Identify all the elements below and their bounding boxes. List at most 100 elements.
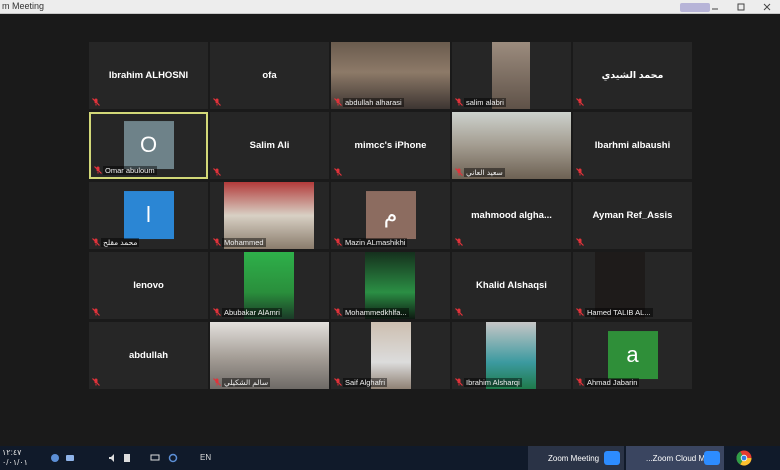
- mic-muted-icon: [92, 98, 100, 106]
- mic-muted-icon: [92, 238, 100, 246]
- participant-tile[interactable]: Ibrahim ALHOSNI: [89, 42, 208, 109]
- participant-tile[interactable]: O Omar abuloum: [89, 112, 208, 179]
- participant-name: abdullah: [128, 350, 169, 361]
- zoom-icon: [704, 451, 720, 465]
- participant-name: ofa: [262, 70, 277, 81]
- participant-avatar: م: [365, 190, 416, 239]
- participant-tile[interactable]: abdullah alharasi: [331, 42, 450, 109]
- clock-time: ١٢:٤٧: [2, 448, 22, 457]
- participant-tile[interactable]: م Mazin ALmashikhi: [331, 182, 450, 249]
- participant-tile[interactable]: l محمد مقلح: [89, 182, 208, 249]
- gallery-view: Ibrahim ALHOSNI ofa abdullah alharasi salim…: [0, 14, 780, 446]
- participant-tile[interactable]: a Ahmad Jabarin: [573, 322, 692, 389]
- mic-muted-icon: [334, 238, 342, 246]
- mic-muted-icon: [334, 308, 342, 316]
- participant-tile[interactable]: Mohammedkhlfa...: [331, 252, 450, 319]
- participant-label: سعيد العاني: [464, 168, 505, 177]
- mic-muted-icon: [576, 378, 584, 386]
- participant-label: Abubakar AlAmri: [222, 308, 282, 317]
- chrome-icon[interactable]: [736, 450, 752, 466]
- participant-name: Khalid Alshaqsi: [476, 280, 547, 291]
- participant-name: Ayman Ref_Assis: [592, 210, 673, 221]
- mic-muted-icon: [576, 308, 584, 316]
- window-title: m Meeting: [2, 1, 45, 11]
- participant-tile[interactable]: Khalid Alshaqsi: [452, 252, 571, 319]
- window-controls: [702, 0, 780, 14]
- notes-icon[interactable]: [122, 453, 132, 463]
- zoom-icon: [604, 451, 620, 465]
- mic-muted-icon: [455, 378, 463, 386]
- mic-muted-icon: [213, 238, 221, 246]
- participant-avatar: l: [123, 190, 174, 239]
- participant-tile[interactable]: abdullah: [89, 322, 208, 389]
- participant-label: Omar abuloum: [103, 166, 157, 175]
- minimize-button[interactable]: [702, 0, 728, 14]
- taskbar-app-zoom-cloud[interactable]: ...Zoom Cloud Mee: [626, 446, 724, 470]
- taskbar-app-label: Zoom Meeting: [548, 453, 600, 463]
- participant-tile[interactable]: سعيد العاني: [452, 112, 571, 179]
- participant-tile[interactable]: Saif Alghafri: [331, 322, 450, 389]
- participant-name: Salim Ali: [249, 140, 290, 151]
- participant-tile[interactable]: سالم الشكيلي: [210, 322, 329, 389]
- mic-muted-icon: [213, 308, 221, 316]
- participant-tile[interactable]: mahmood alghа...: [452, 182, 571, 249]
- close-icon: [763, 3, 771, 11]
- chat-icon[interactable]: [65, 453, 75, 463]
- taskbar-clock[interactable]: ١٢:٤٧ ٠/٠١/٠١: [2, 448, 28, 468]
- participant-label: Hamed TALIB AL...: [585, 308, 653, 317]
- participant-name: lenovo: [133, 280, 164, 291]
- window-titlebar: m Meeting: [0, 0, 780, 14]
- participant-tile[interactable]: salim alabri: [452, 42, 571, 109]
- mic-muted-icon: [576, 238, 584, 246]
- mic-muted-icon: [92, 378, 100, 386]
- maximize-icon: [737, 3, 745, 11]
- participant-tile[interactable]: lenovo: [89, 252, 208, 319]
- participant-name: mahmood alghа...: [471, 210, 552, 221]
- mic-muted-icon: [334, 168, 342, 176]
- mic-muted-icon: [213, 168, 221, 176]
- participant-name: محمد الشيدي: [601, 70, 664, 81]
- participant-tile[interactable]: Abubakar AlAmri: [210, 252, 329, 319]
- participant-tile[interactable]: Ibarhmi albaushi: [573, 112, 692, 179]
- mic-muted-icon: [94, 166, 102, 174]
- volume-icon[interactable]: [108, 453, 118, 463]
- display-icon[interactable]: [150, 453, 160, 463]
- participant-name: Ibarhmi albaushi: [594, 140, 671, 151]
- participant-avatar: a: [607, 330, 658, 379]
- participant-label: Ahmad Jabarin: [585, 378, 640, 387]
- participant-tile[interactable]: Mohammed: [210, 182, 329, 249]
- taskbar-app-zoom-meeting[interactable]: Zoom Meeting: [528, 446, 624, 470]
- minimize-icon: [712, 8, 718, 10]
- participant-tile[interactable]: mimcc's iPhone: [331, 112, 450, 179]
- participant-avatar: O: [123, 120, 174, 169]
- participant-tile[interactable]: Ayman Ref_Assis: [573, 182, 692, 249]
- participant-label: salim alabri: [464, 98, 506, 107]
- participant-tile[interactable]: Ibrahim Alsharqi: [452, 322, 571, 389]
- participant-label: Mohammed: [222, 238, 266, 247]
- maximize-button[interactable]: [728, 0, 754, 14]
- taskbar: ١٢:٤٧ ٠/٠١/٠١ EN Zoom Meeting ...Zoom Cl…: [0, 446, 780, 470]
- participant-label: محمد مقلح: [101, 238, 140, 247]
- mic-muted-icon: [213, 378, 221, 386]
- mic-muted-icon: [213, 98, 221, 106]
- participant-label: سالم الشكيلي: [222, 378, 271, 387]
- mic-muted-icon: [455, 98, 463, 106]
- participant-tile[interactable]: محمد الشيدي: [573, 42, 692, 109]
- close-button[interactable]: [754, 0, 780, 14]
- network-icon[interactable]: [50, 453, 60, 463]
- participant-label: abdullah alharasi: [343, 98, 404, 107]
- participant-tile[interactable]: Hamed TALIB AL...: [573, 252, 692, 319]
- participant-tile[interactable]: ofa: [210, 42, 329, 109]
- mic-muted-icon: [334, 98, 342, 106]
- participant-label: Saif Alghafri: [343, 378, 388, 387]
- mic-muted-icon: [576, 98, 584, 106]
- sync-icon[interactable]: [168, 453, 178, 463]
- mic-muted-icon: [455, 168, 463, 176]
- mic-muted-icon: [576, 168, 584, 176]
- participant-label: Mohammedkhlfa...: [343, 308, 409, 317]
- mic-muted-icon: [92, 308, 100, 316]
- language-indicator[interactable]: EN: [200, 453, 211, 462]
- participant-tile[interactable]: Salim Ali: [210, 112, 329, 179]
- mic-muted-icon: [455, 238, 463, 246]
- clock-date: ٠/٠١/٠١: [2, 458, 28, 467]
